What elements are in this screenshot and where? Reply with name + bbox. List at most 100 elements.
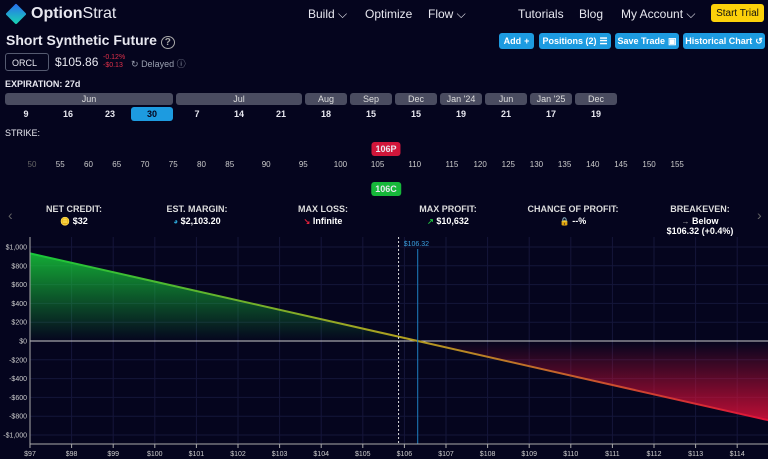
expiration-date[interactable]: 9 — [5, 107, 47, 121]
month-label[interactable]: Jun — [5, 93, 173, 105]
expiration-date[interactable]: 15 — [395, 107, 437, 121]
expiration-group: Aug 18 — [305, 93, 347, 121]
refresh-icon: ↻ — [131, 59, 139, 69]
expiration-group: Jun 21 — [485, 93, 527, 121]
logo[interactable]: OptionStrat — [5, 3, 116, 25]
expiration-date[interactable]: 15 — [350, 107, 392, 121]
strike-tick[interactable]: 130 — [530, 160, 543, 169]
strike-tick[interactable]: 110 — [408, 160, 421, 169]
positions-button[interactable]: Positions (2) ☰ — [539, 33, 611, 49]
expiration-label: EXPIRATION: 27d — [5, 79, 81, 89]
strike-tick[interactable]: 145 — [614, 160, 627, 169]
expiration-group: Jul 7 14 21 — [176, 93, 302, 121]
expiration-date[interactable]: 30 — [131, 107, 173, 121]
expiration-date[interactable]: 17 — [530, 107, 572, 121]
month-label[interactable]: Jan '25 — [530, 93, 572, 105]
month-label[interactable]: Dec — [575, 93, 617, 105]
nav-build[interactable]: Build ⌵ — [308, 7, 347, 22]
expiration-date[interactable]: 14 — [218, 107, 260, 121]
x-tick-label: $105 — [355, 451, 371, 458]
stat-label: BREAKEVEN: — [670, 204, 730, 214]
stat-breakeven: BREAKEVEN: → Below $106.32 (+0.4%) — [666, 204, 734, 236]
x-tick-label: $100 — [147, 451, 163, 458]
put-strike-tag[interactable]: 106P — [371, 142, 401, 156]
x-tick-label: $98 — [66, 451, 78, 458]
list-icon: ☰ — [599, 35, 608, 46]
strike-tick[interactable]: 70 — [141, 160, 150, 169]
strike-tick[interactable]: 95 — [299, 160, 308, 169]
y-tick-label: -$400 — [9, 376, 27, 383]
month-label[interactable]: Jun — [485, 93, 527, 105]
strike-tick[interactable]: 105 — [371, 160, 384, 169]
strike-tick[interactable]: 75 — [169, 160, 178, 169]
y-tick-label: -$600 — [9, 395, 27, 402]
month-label[interactable]: Sep — [350, 93, 392, 105]
historical-chart-button[interactable]: Historical Chart ↺ — [683, 33, 765, 49]
nav-blog[interactable]: Blog — [579, 7, 603, 21]
expiration-group: Jan '25 17 — [530, 93, 572, 121]
stat-max-profit: MAX PROFIT: ↗ $10,632 — [419, 204, 477, 226]
x-tick-label: $103 — [272, 451, 288, 458]
strike-tick[interactable]: 85 — [225, 160, 234, 169]
month-label[interactable]: Jul — [176, 93, 302, 105]
stat-value: $32 — [72, 216, 88, 226]
expiration-date[interactable]: 23 — [89, 107, 131, 121]
next-arrow-icon[interactable]: › — [757, 207, 762, 223]
ticker-input[interactable]: ORCL — [5, 53, 49, 71]
nav-flow[interactable]: Flow ⌵ — [428, 7, 466, 22]
y-tick-label: $0 — [19, 339, 27, 346]
y-tick-label: $600 — [11, 282, 27, 289]
strike-tick[interactable]: 140 — [586, 160, 599, 169]
expiration-date[interactable]: 18 — [305, 107, 347, 121]
x-tick-label: $109 — [521, 451, 537, 458]
strike-tick[interactable]: 60 — [84, 160, 93, 169]
expiration-group: Sep 15 — [350, 93, 392, 121]
strike-tick[interactable]: 90 — [262, 160, 271, 169]
expiration-date[interactable]: 19 — [575, 107, 617, 121]
strike-tick[interactable]: 135 — [558, 160, 571, 169]
expiration-date[interactable]: 21 — [260, 107, 302, 121]
expiration-date[interactable]: 16 — [47, 107, 89, 121]
x-tick-label: $114 — [730, 451, 745, 458]
save-icon: ▣ — [668, 35, 677, 46]
strike-tick[interactable]: 150 — [642, 160, 655, 169]
expiration-date[interactable]: 7 — [176, 107, 218, 121]
save-trade-button[interactable]: Save Trade ▣ — [615, 33, 679, 49]
strike-tick[interactable]: 50 — [28, 160, 37, 169]
x-tick-label: $113 — [688, 451, 703, 458]
add-button[interactable]: Add + — [499, 33, 534, 49]
expiration-group: Dec 15 — [395, 93, 437, 121]
nav-my-account[interactable]: My Account ⌵ — [621, 7, 695, 22]
strike-tick[interactable]: 120 — [473, 160, 486, 169]
plus-icon: + — [524, 36, 530, 46]
x-tick-label: $107 — [438, 451, 454, 458]
strike-tick[interactable]: 80 — [197, 160, 206, 169]
profit-loss-chart[interactable]: $97 $98 $99 $100 $101 $102 $103 $104 $105 $106 $10… — [0, 237, 768, 459]
nav-tutorials[interactable]: Tutorials — [518, 7, 564, 21]
month-label[interactable]: Jan '24 — [440, 93, 482, 105]
x-tick-label: $104 — [313, 451, 329, 458]
logo-mark-icon — [5, 3, 27, 25]
expiration-date[interactable]: 21 — [485, 107, 527, 121]
strike-tick[interactable]: 55 — [56, 160, 65, 169]
stat-label: EST. MARGIN: — [166, 204, 228, 214]
stock-price: $105.86 — [55, 55, 99, 69]
stat-chance-of-profit: CHANCE OF PROFIT: 🔒 --% — [528, 204, 619, 226]
start-trial-button[interactable]: Start Trial — [711, 4, 764, 22]
expiration-selector: Jun 9 16 23 30 Jul 7 14 21 Aug 18 Sep 15 Dec 15 Jan '24… — [5, 93, 617, 121]
stat-label: MAX LOSS: — [297, 204, 349, 214]
strike-tick[interactable]: 155 — [671, 160, 684, 169]
strike-tick[interactable]: 125 — [502, 160, 515, 169]
delayed-status[interactable]: ↻ Delayed ⓘ — [131, 57, 186, 70]
call-strike-tag[interactable]: 106C — [371, 182, 401, 196]
nav-optimize[interactable]: Optimize — [365, 7, 412, 21]
help-icon[interactable]: ? — [160, 36, 175, 49]
prev-arrow-icon[interactable]: ‹ — [8, 207, 13, 223]
x-tick-label: $110 — [563, 451, 578, 458]
strike-tick[interactable]: 65 — [112, 160, 121, 169]
strike-tick[interactable]: 115 — [446, 160, 459, 169]
month-label[interactable]: Aug — [305, 93, 347, 105]
expiration-date[interactable]: 19 — [440, 107, 482, 121]
month-label[interactable]: Dec — [395, 93, 437, 105]
strike-tick[interactable]: 100 — [334, 160, 347, 169]
